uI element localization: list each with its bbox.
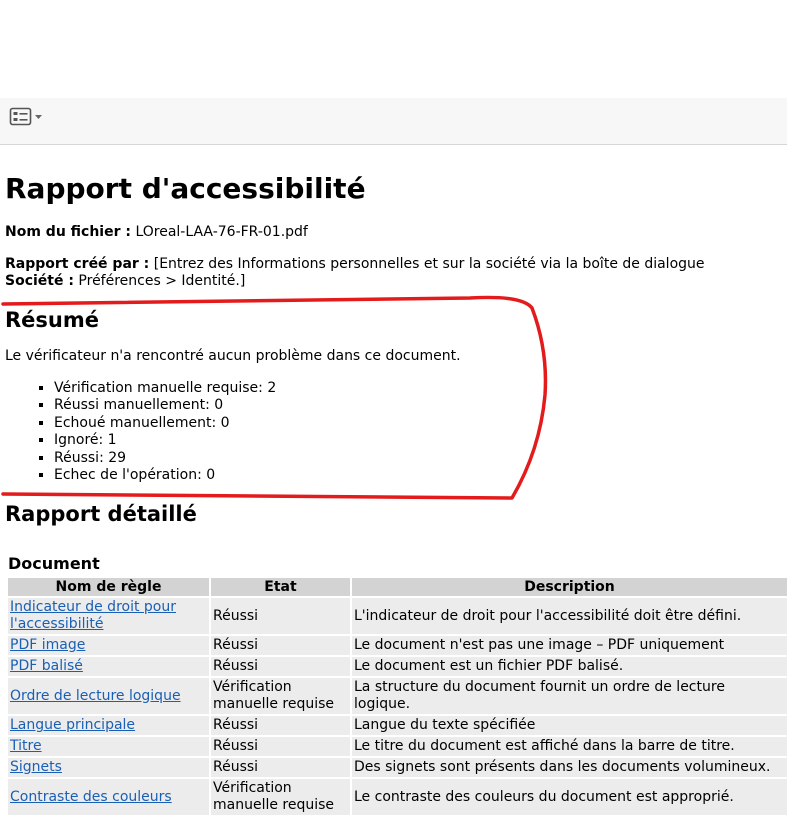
table-row: Titre Réussi Le titre du document est affi… [8,737,787,756]
description-cell: La structure du document fournit un ordr… [352,678,787,714]
summary-item: Echec de l'opération: 0 [54,467,276,484]
description-cell: Le document n'est pas une image – PDF un… [352,636,787,655]
summary-item: Ignoré: 1 [54,432,276,449]
description-cell: Le titre du document est affiché dans la… [352,737,787,756]
status-cell: Vérification manuelle requise [211,678,350,714]
column-header-status: Etat [211,578,350,596]
file-name-line: Nom du fichier : LOreal-LAA-76-FR-01.pdf [5,224,308,241]
description-cell: Le document est un fichier PDF balisé. [352,657,787,676]
summary-item: Réussi manuellement: 0 [54,397,276,414]
rules-table: Nom de règle Etat Description Indicateur… [6,576,787,817]
summary-item: Echoué manuellement: 0 [54,415,276,432]
status-cell: Réussi [211,657,350,676]
rule-link[interactable]: Signets [10,759,62,775]
view-menu-button[interactable] [9,106,49,128]
rule-name-cell: Indicateur de droit pour l'accessibilité [8,598,209,634]
document-section-title: Document [8,554,100,573]
table-row: PDF balisé Réussi Le document est un fichi… [8,657,787,676]
company-label: Société : [5,273,74,289]
status-cell: Réussi [211,716,350,735]
table-row: Ordre de lecture logique Vérification man… [8,678,787,714]
summary-heading: Résumé [5,308,99,332]
created-by-label: Rapport créé par : [5,256,150,272]
column-header-rule: Nom de règle [8,578,209,596]
table-header-row: Nom de règle Etat Description [8,578,787,596]
rule-link[interactable]: Titre [10,738,42,754]
status-cell: Réussi [211,598,350,634]
status-cell: Vérification manuelle requise [211,779,350,815]
table-row: PDF image Réussi Le document n'est pas une… [8,636,787,655]
rule-name-cell: Signets [8,758,209,777]
summary-text: Le vérificateur n'a rencontré aucun prob… [5,348,461,364]
rule-link[interactable]: PDF balisé [10,658,83,674]
rule-link[interactable]: Indicateur de droit pour l'accessibilité [10,599,176,632]
table-row: Contraste des couleurs Vérification manue… [8,779,787,815]
rule-link[interactable]: Ordre de lecture logique [10,688,181,704]
description-cell: Des signets sont présents dans les docum… [352,758,787,777]
list-view-icon [9,107,42,126]
table-row: Indicateur de droit pour l'accessibilité… [8,598,787,634]
company-value: Préférences > Identité.] [78,273,246,289]
file-name-value: LOreal-LAA-76-FR-01.pdf [135,224,308,240]
created-by-value: [Entrez des Informations personnelles et… [153,256,705,272]
status-cell: Réussi [211,758,350,777]
rule-name-cell: PDF image [8,636,209,655]
rule-link[interactable]: PDF image [10,637,85,653]
report-content: Rapport d'accessibilité Nom du fichier :… [5,168,787,815]
rule-name-cell: Ordre de lecture logique [8,678,209,714]
rule-name-cell: Titre [8,737,209,756]
table-row: Langue principale Réussi Langue du texte s… [8,716,787,735]
rule-name-cell: PDF balisé [8,657,209,676]
rule-name-cell: Contraste des couleurs [8,779,209,815]
file-name-label: Nom du fichier : [5,224,131,240]
status-cell: Réussi [211,636,350,655]
summary-item: Réussi: 29 [54,450,276,467]
rule-name-cell: Langue principale [8,716,209,735]
column-header-description: Description [352,578,787,596]
rule-link[interactable]: Contraste des couleurs [10,789,172,805]
author-block: Rapport créé par : [Entrez des Informati… [5,256,705,290]
detail-heading: Rapport détaillé [5,502,197,526]
rule-link[interactable]: Langue principale [10,717,135,733]
description-cell: L'indicateur de droit pour l'accessibili… [352,598,787,634]
description-cell: Le contraste des couleurs du document es… [352,779,787,815]
summary-item: Vérification manuelle requise: 2 [54,380,276,397]
page-title: Rapport d'accessibilité [5,172,366,205]
chevron-down-icon [35,115,42,119]
status-cell: Réussi [211,737,350,756]
summary-list: Vérification manuelle requise: 2Réussi m… [5,380,276,484]
table-row: Signets Réussi Des signets sont présents d… [8,758,787,777]
description-cell: Langue du texte spécifiée [352,716,787,735]
toolbar [0,98,787,145]
